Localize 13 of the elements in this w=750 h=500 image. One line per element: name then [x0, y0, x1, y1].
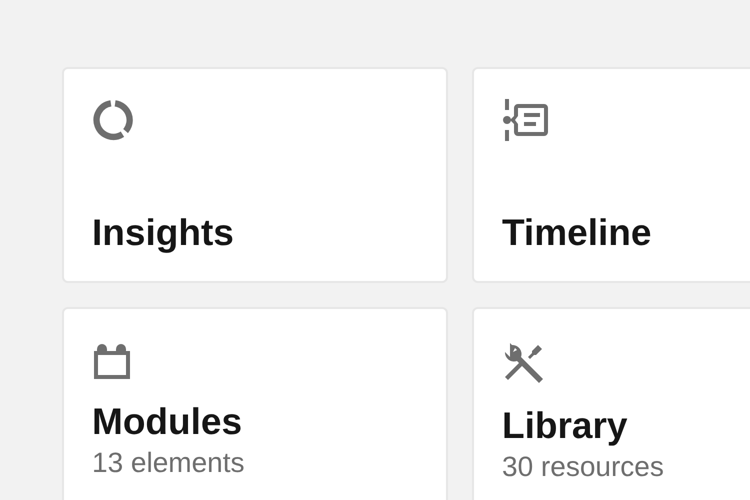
- card-title: Timeline: [502, 212, 652, 255]
- card-title: Modules: [92, 401, 242, 444]
- card-title: Library: [502, 405, 628, 448]
- card-title: Insights: [92, 212, 234, 255]
- brick-icon: [92, 341, 132, 381]
- card[interactable]: Library 30 resources: [472, 307, 750, 500]
- card[interactable]: Timeline: [472, 67, 750, 283]
- tools-icon: [502, 341, 546, 385]
- card-subtitle: 30 resources: [502, 450, 664, 484]
- card[interactable]: Insights: [62, 67, 448, 283]
- card-subtitle: 13 elements: [92, 446, 245, 480]
- ring-icon: [92, 99, 134, 141]
- card[interactable]: Modules 13 elements: [62, 307, 448, 500]
